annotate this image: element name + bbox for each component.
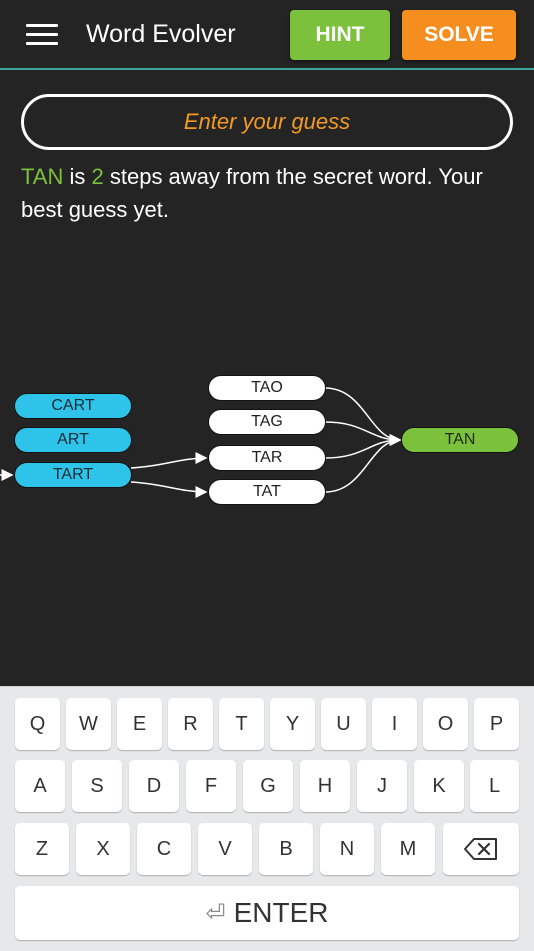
enter-label: ENTER [233, 897, 329, 928]
key-o[interactable]: O [423, 698, 468, 750]
key-b[interactable]: B [259, 823, 313, 875]
solve-button[interactable]: SOLVE [402, 10, 516, 60]
hamburger-menu-icon[interactable] [26, 24, 58, 46]
on-screen-keyboard: Q W E R T Y U I O P A S D F G H J K L Z … [0, 686, 534, 951]
key-a[interactable]: A [15, 760, 65, 812]
key-l[interactable]: L [470, 760, 519, 812]
backspace-icon [464, 838, 497, 860]
node-art[interactable]: ART [14, 427, 132, 453]
node-tao[interactable]: TAO [208, 375, 326, 401]
key-n[interactable]: N [320, 823, 374, 875]
key-h[interactable]: H [300, 760, 350, 812]
node-tat[interactable]: TAT [208, 479, 326, 505]
edge-tao-tan [324, 387, 402, 446]
key-c[interactable]: C [137, 823, 191, 875]
guess-input[interactable] [21, 94, 513, 150]
key-p[interactable]: P [474, 698, 519, 750]
key-w[interactable]: W [66, 698, 111, 750]
node-tart[interactable]: TART [14, 462, 132, 488]
enter-key[interactable]: ⏎ ENTER [15, 886, 519, 940]
word-graph: CART ART TART TAO TAG TAR TAT TAN [0, 360, 534, 520]
backspace-key[interactable] [443, 823, 519, 875]
key-f[interactable]: F [186, 760, 236, 812]
key-v[interactable]: V [198, 823, 252, 875]
key-j[interactable]: J [357, 760, 407, 812]
status-message: TAN is 2 steps away from the secret word… [21, 160, 521, 226]
status-text-1: is [63, 164, 92, 189]
key-i[interactable]: I [372, 698, 417, 750]
key-m[interactable]: M [381, 823, 435, 875]
edge-tart-tar [130, 452, 208, 469]
node-tag[interactable]: TAG [208, 409, 326, 435]
key-q[interactable]: Q [15, 698, 60, 750]
app-title: Word Evolver [86, 20, 236, 48]
key-z[interactable]: Z [15, 823, 69, 875]
key-r[interactable]: R [168, 698, 213, 750]
node-tar[interactable]: TAR [208, 445, 326, 471]
key-k[interactable]: K [414, 760, 464, 812]
key-t[interactable]: T [219, 698, 264, 750]
key-x[interactable]: X [76, 823, 130, 875]
key-s[interactable]: S [72, 760, 122, 812]
status-steps: 2 [91, 164, 104, 189]
node-tan[interactable]: TAN [401, 427, 519, 453]
app-header: Word Evolver HINT SOLVE [0, 0, 534, 70]
key-g[interactable]: G [243, 760, 293, 812]
edge-tat-tan [324, 434, 402, 493]
key-u[interactable]: U [321, 698, 366, 750]
node-cart[interactable]: CART [14, 393, 132, 419]
key-d[interactable]: D [129, 760, 179, 812]
key-e[interactable]: E [117, 698, 162, 750]
enter-icon: ⏎ [205, 899, 226, 927]
key-y[interactable]: Y [270, 698, 315, 750]
hint-button[interactable]: HINT [290, 10, 390, 60]
status-word: TAN [21, 164, 64, 189]
edge-tart-tat [130, 481, 208, 498]
